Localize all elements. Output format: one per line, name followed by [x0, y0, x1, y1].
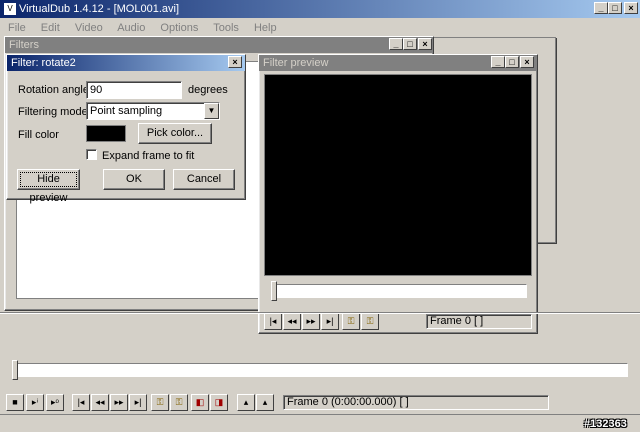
dialog-title: Filter: rotate2 — [11, 57, 76, 69]
status-bar — [0, 414, 640, 432]
mark-in-icon[interactable]: ▴ — [237, 394, 255, 411]
mark-out-icon[interactable]: ▴ — [256, 394, 274, 411]
step-forward-icon[interactable]: ▸▸ — [110, 394, 128, 411]
pick-color-button[interactable]: Pick color... — [138, 123, 212, 144]
watermark-label: #132363 — [584, 418, 627, 430]
rotation-angle-input[interactable]: 90 — [86, 81, 182, 99]
expand-frame-checkbox[interactable] — [86, 149, 97, 160]
play-output-icon[interactable]: ▸ᵒ — [46, 394, 64, 411]
menu-help[interactable]: Help — [254, 22, 277, 34]
main-title-bar: V VirtualDub 1.4.12 - [MOL001.avi] _ □ × — [0, 0, 640, 18]
filtering-mode-label: Filtering mode — [18, 106, 88, 118]
dialog-title-bar: Filter: rotate2 × — [7, 55, 245, 71]
preview-key-next-icon[interactable]: ⚿ — [361, 313, 379, 330]
filters-close-button[interactable]: × — [418, 38, 432, 50]
main-timeline-thumb[interactable] — [12, 360, 18, 380]
filters-minimize-button[interactable]: _ — [389, 38, 403, 50]
rotation-angle-label: Rotation angle — [18, 84, 89, 96]
minimize-button[interactable]: _ — [594, 2, 608, 14]
next-keyframe-icon[interactable]: ⚿ — [170, 394, 188, 411]
filter-preview-window: Filter preview _ □ × |◂ ◂◂ ▸▸ ▸| ⚿ ⚿ Fra… — [258, 54, 538, 334]
preview-timeline-track[interactable] — [271, 284, 527, 298]
preview-forward-icon[interactable]: ▸▸ — [302, 313, 320, 330]
menu-tools[interactable]: Tools — [213, 22, 239, 34]
fill-color-label: Fill color — [18, 129, 59, 141]
preview-maximize-button[interactable]: □ — [505, 56, 519, 68]
filtering-mode-value: Point sampling — [90, 105, 163, 117]
preview-minimize-button[interactable]: _ — [491, 56, 505, 68]
menu-video[interactable]: Video — [75, 22, 103, 34]
filter-dialog: Filter: rotate2 × Rotation angle 90 degr… — [6, 54, 246, 204]
end-icon[interactable]: ▸| — [129, 394, 147, 411]
main-frame-status: Frame 0 (0:00:00.000) [ ] — [283, 395, 549, 410]
hide-preview-button[interactable]: Hide preview — [17, 169, 80, 204]
prev-scene-icon[interactable]: ◧ — [191, 394, 209, 411]
preview-end-icon[interactable]: ▸| — [321, 313, 339, 330]
fill-color-swatch — [86, 125, 126, 142]
degrees-label: degrees — [188, 84, 228, 96]
main-timeline-track[interactable] — [12, 363, 628, 377]
filters-title-bar: Filters _ □ × — [5, 37, 433, 53]
menu-file[interactable]: File — [8, 22, 26, 34]
menu-edit[interactable]: Edit — [41, 22, 60, 34]
app-icon[interactable]: V — [4, 3, 16, 16]
close-button[interactable]: × — [624, 2, 638, 14]
preview-timeline-thumb[interactable] — [271, 281, 277, 301]
cancel-button[interactable]: Cancel — [173, 169, 235, 190]
play-input-icon[interactable]: ▸ⁱ — [26, 394, 44, 411]
main-divider — [0, 312, 640, 314]
window-title: VirtualDub 1.4.12 - [MOL001.avi] — [19, 3, 179, 15]
preview-video-area — [264, 74, 532, 276]
start-icon[interactable]: |◂ — [72, 394, 90, 411]
preview-frame-status: Frame 0 [ ] — [426, 314, 532, 329]
expand-frame-label[interactable]: Expand frame to fit — [102, 150, 194, 162]
filters-title: Filters — [9, 39, 39, 51]
maximize-button[interactable]: □ — [608, 2, 622, 14]
stop-icon[interactable]: ■ — [6, 394, 24, 411]
filters-maximize-button[interactable]: □ — [403, 38, 417, 50]
preview-title: Filter preview — [263, 57, 329, 69]
preview-title-bar: Filter preview _ □ × — [259, 55, 537, 71]
prev-keyframe-icon[interactable]: ⚿ — [151, 394, 169, 411]
step-back-icon[interactable]: ◂◂ — [91, 394, 109, 411]
dropdown-arrow-icon[interactable]: ▼ — [204, 103, 219, 119]
dialog-close-button[interactable]: × — [228, 56, 242, 68]
preview-start-icon[interactable]: |◂ — [264, 313, 282, 330]
menu-options[interactable]: Options — [160, 22, 198, 34]
preview-back-icon[interactable]: ◂◂ — [283, 313, 301, 330]
filtering-mode-select[interactable]: Point sampling ▼ — [86, 102, 220, 120]
menu-audio[interactable]: Audio — [117, 22, 145, 34]
preview-close-button[interactable]: × — [520, 56, 534, 68]
preview-key-prev-icon[interactable]: ⚿ — [342, 313, 360, 330]
ok-button[interactable]: OK — [103, 169, 165, 190]
next-scene-icon[interactable]: ◨ — [210, 394, 228, 411]
menu-bar: File Edit Video Audio Options Tools Help — [8, 20, 289, 36]
